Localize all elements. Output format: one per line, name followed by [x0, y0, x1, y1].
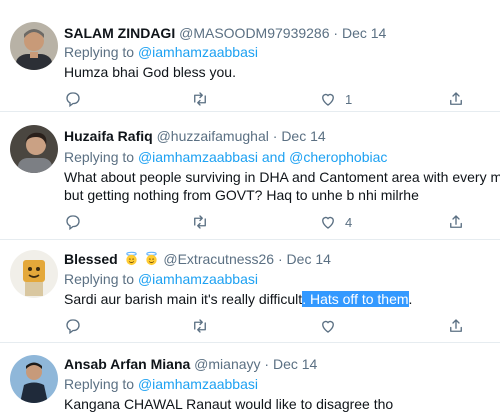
- tweet-blessed[interactable]: Blessed @Extracutness26 · Dec 14 Replyin…: [0, 240, 500, 343]
- tweet-date[interactable]: Dec 14: [281, 128, 325, 144]
- tweet-huzaifa-rafiq[interactable]: Huzaifa Rafiq @huzzaifamughal · Dec 14 R…: [0, 112, 500, 240]
- share-button[interactable]: [447, 88, 465, 110]
- tweet-salam-zindagi[interactable]: SALAM ZINDAGI @MASOODM97939286 · Dec 14 …: [0, 0, 500, 112]
- share-button[interactable]: [447, 315, 465, 337]
- like-button[interactable]: [319, 315, 337, 337]
- reply-mention-link[interactable]: @iamhamzaabbasi and @cherophobiac: [138, 149, 387, 165]
- tweet-text: Kangana CHAWAL Ranaut would like to disa…: [64, 396, 394, 412]
- replying-label: Replying to: [64, 149, 135, 165]
- separator: ·: [277, 251, 283, 267]
- reply-icon: [66, 215, 80, 231]
- retweet-button[interactable]: [191, 315, 209, 337]
- user-handle[interactable]: @Extracutness26: [163, 251, 274, 267]
- like-icon: [322, 216, 334, 229]
- selected-text: . Hats off to them: [302, 291, 409, 307]
- tweet-text: Humza bhai God bless you.: [64, 64, 236, 80]
- tweet-actions: 4: [64, 211, 500, 233]
- avatar[interactable]: [10, 22, 58, 70]
- like-button[interactable]: 4: [319, 211, 352, 233]
- share-icon: [450, 92, 462, 105]
- separator: ·: [264, 356, 270, 372]
- retweet-button[interactable]: [191, 211, 209, 233]
- tweet-actions: [64, 315, 500, 337]
- avatar[interactable]: [10, 250, 58, 298]
- tweet-text-line-1: What about people surviving in DHA and C…: [64, 169, 500, 185]
- retweet-icon: [194, 92, 206, 106]
- halo-emoji-icon: [125, 251, 137, 266]
- reply-icon: [66, 92, 80, 108]
- user-handle[interactable]: @mianayy: [194, 356, 260, 372]
- replying-to: Replying to @iamhamzaabbasi: [64, 43, 258, 61]
- like-count: 4: [345, 214, 353, 230]
- like-icon: [322, 93, 334, 106]
- retweet-icon: [194, 319, 206, 333]
- avatar[interactable]: [10, 125, 58, 173]
- tweet-actions: 1: [64, 88, 500, 110]
- tweet-date[interactable]: Dec 14: [287, 251, 331, 267]
- separator: ·: [272, 128, 278, 144]
- avatar[interactable]: [10, 355, 58, 403]
- replying-label: Replying to: [64, 271, 135, 287]
- display-name[interactable]: SALAM ZINDAGI: [64, 25, 175, 41]
- tweet-text: Sardi aur barish main it's really diffic…: [64, 290, 412, 308]
- reply-button[interactable]: [64, 211, 82, 233]
- halo-emoji-icon: [146, 251, 158, 266]
- share-icon: [450, 319, 462, 332]
- user-handle[interactable]: @huzzaifamughal: [157, 128, 269, 144]
- reply-mention-link[interactable]: @iamhamzaabbasi: [138, 271, 258, 287]
- tweet-header: SALAM ZINDAGI @MASOODM97939286 · Dec 14: [64, 24, 386, 42]
- tweet-text-end: .: [408, 291, 413, 307]
- display-name[interactable]: Ansab Arfan Miana: [64, 356, 190, 372]
- reply-button[interactable]: [64, 315, 82, 337]
- tweet-header: Ansab Arfan Miana @mianayy · Dec 14: [64, 355, 317, 373]
- tweet-date[interactable]: Dec 14: [273, 356, 317, 372]
- like-count: 1: [345, 91, 353, 107]
- like-icon: [322, 320, 334, 333]
- tweet-date[interactable]: Dec 14: [342, 25, 386, 41]
- retweet-button[interactable]: [191, 88, 209, 110]
- tweet-header: Huzaifa Rafiq @huzzaifamughal · Dec 14: [64, 127, 326, 145]
- replying-to: Replying to @iamhamzaabbasi: [64, 270, 258, 288]
- reply-button[interactable]: [64, 88, 82, 110]
- user-handle[interactable]: @MASOODM97939286: [179, 25, 329, 41]
- tweet-header: Blessed @Extracutness26 · Dec 14: [64, 250, 331, 268]
- retweet-icon: [194, 215, 206, 229]
- replying-to: Replying to @iamhamzaabbasi: [64, 375, 258, 393]
- reply-mention-link[interactable]: @iamhamzaabbasi: [138, 44, 258, 60]
- tweet-text-main: Sardi aur barish main it's really diffic…: [64, 291, 303, 307]
- display-name[interactable]: Huzaifa Rafiq: [64, 128, 153, 144]
- separator: ·: [333, 25, 339, 41]
- replying-label: Replying to: [64, 44, 135, 60]
- replying-to: Replying to @iamhamzaabbasi and @cheroph…: [64, 148, 387, 166]
- tweet-ansab-arfan-miana[interactable]: Ansab Arfan Miana @mianayy · Dec 14 Repl…: [0, 343, 500, 414]
- share-icon: [450, 215, 462, 228]
- tweet-text-line-2: but getting nothing from GOVT? Haq to un…: [64, 187, 419, 203]
- reply-icon: [66, 319, 80, 335]
- like-button[interactable]: 1: [319, 88, 352, 110]
- reply-mention-link[interactable]: @iamhamzaabbasi: [138, 376, 258, 392]
- display-name[interactable]: Blessed: [64, 251, 118, 267]
- share-button[interactable]: [447, 211, 465, 233]
- replying-label: Replying to: [64, 376, 135, 392]
